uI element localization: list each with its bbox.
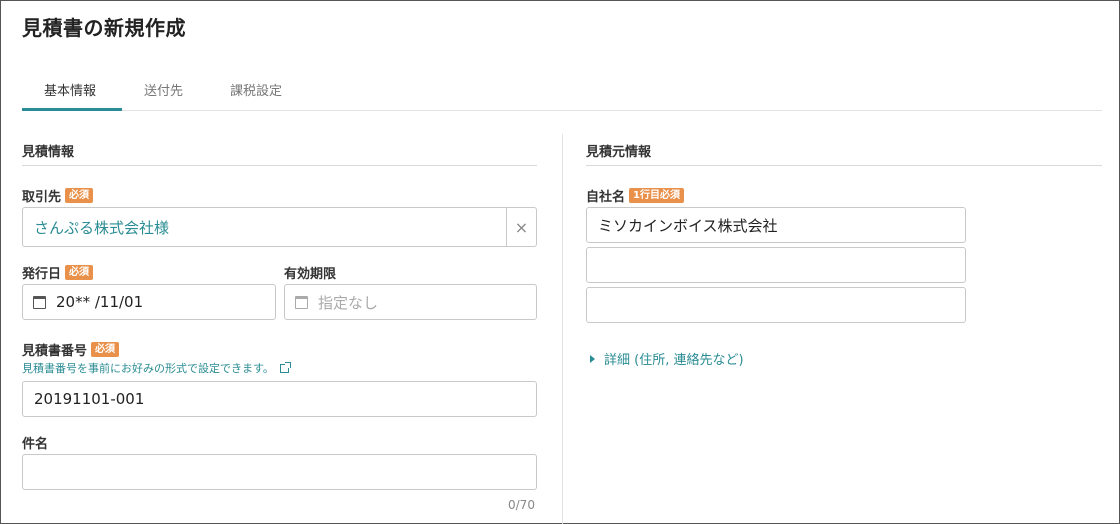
issue-date-label: 発行日 必須 <box>22 263 94 282</box>
subject-field[interactable] <box>22 454 537 490</box>
issue-date-field[interactable]: 20** /11/01 <box>22 284 276 320</box>
column-divider <box>562 134 563 524</box>
company-name-label: 自社名 1行目必須 <box>586 186 684 205</box>
tab-recipient[interactable]: 送付先 <box>144 80 183 99</box>
details-toggle[interactable]: 詳細 (住所, 連絡先など) <box>590 349 744 368</box>
first-line-required-badge: 1行目必須 <box>629 188 684 203</box>
issuer-info-rule <box>586 165 1102 166</box>
subject-char-counter: 0/70 <box>508 498 535 512</box>
issuer-info-heading: 見積元情報 <box>586 145 652 160</box>
required-badge: 必須 <box>65 265 94 280</box>
estimate-number-label: 見積書番号 必須 <box>22 340 120 359</box>
caret-right-icon <box>590 354 595 363</box>
estimate-number-field[interactable]: 20191101-001 <box>22 381 537 417</box>
company-name-label-text: 自社名 <box>586 190 626 205</box>
company-name-line-1-value: ミソカインボイス株式会社 <box>598 216 778 235</box>
required-badge: 必須 <box>91 342 120 357</box>
client-label-text: 取引先 <box>22 190 62 205</box>
external-link-icon <box>279 361 291 373</box>
estimate-number-helper-text: 見積書番号を事前にお好みの形式で設定できます。 <box>22 362 274 375</box>
calendar-icon <box>295 295 308 309</box>
subject-label: 件名 <box>22 433 48 452</box>
client-value: さんぷる株式会社様 <box>34 218 170 237</box>
company-name-line-3[interactable] <box>586 287 966 323</box>
calendar-icon <box>33 295 46 309</box>
company-name-line-2[interactable] <box>586 247 966 283</box>
tab-bar: 基本情報 送付先 課税設定 <box>22 70 1102 111</box>
client-label: 取引先 必須 <box>22 186 94 205</box>
details-toggle-label: 詳細 (住所, 連絡先など) <box>604 353 744 368</box>
page-title: 見積書の新規作成 <box>22 16 186 40</box>
estimate-number-settings-link[interactable]: 見積書番号を事前にお好みの形式で設定できます。 <box>22 360 291 376</box>
active-tab-indicator <box>22 108 122 111</box>
company-name-line-1[interactable]: ミソカインボイス株式会社 <box>586 207 966 243</box>
estimate-info-heading: 見積情報 <box>22 145 75 160</box>
subject-label-text: 件名 <box>22 437 49 452</box>
estimate-info-rule <box>22 165 537 166</box>
expiry-label: 有効期限 <box>284 263 336 282</box>
expiry-placeholder: 指定なし <box>318 293 379 312</box>
client-field[interactable]: さんぷる株式会社様 × <box>22 207 537 247</box>
issue-date-label-text: 発行日 <box>22 267 62 282</box>
expiry-date-field[interactable]: 指定なし <box>284 284 537 320</box>
expiry-label-text: 有効期限 <box>284 267 337 282</box>
tab-tax-settings[interactable]: 課税設定 <box>230 80 282 99</box>
issue-date-value: 20** /11/01 <box>56 293 144 311</box>
estimate-number-label-text: 見積書番号 <box>22 344 88 359</box>
clear-client-button[interactable]: × <box>506 208 536 246</box>
estimate-number-value: 20191101-001 <box>34 390 145 408</box>
tab-basic-info[interactable]: 基本情報 <box>44 80 96 99</box>
required-badge: 必須 <box>65 188 94 203</box>
